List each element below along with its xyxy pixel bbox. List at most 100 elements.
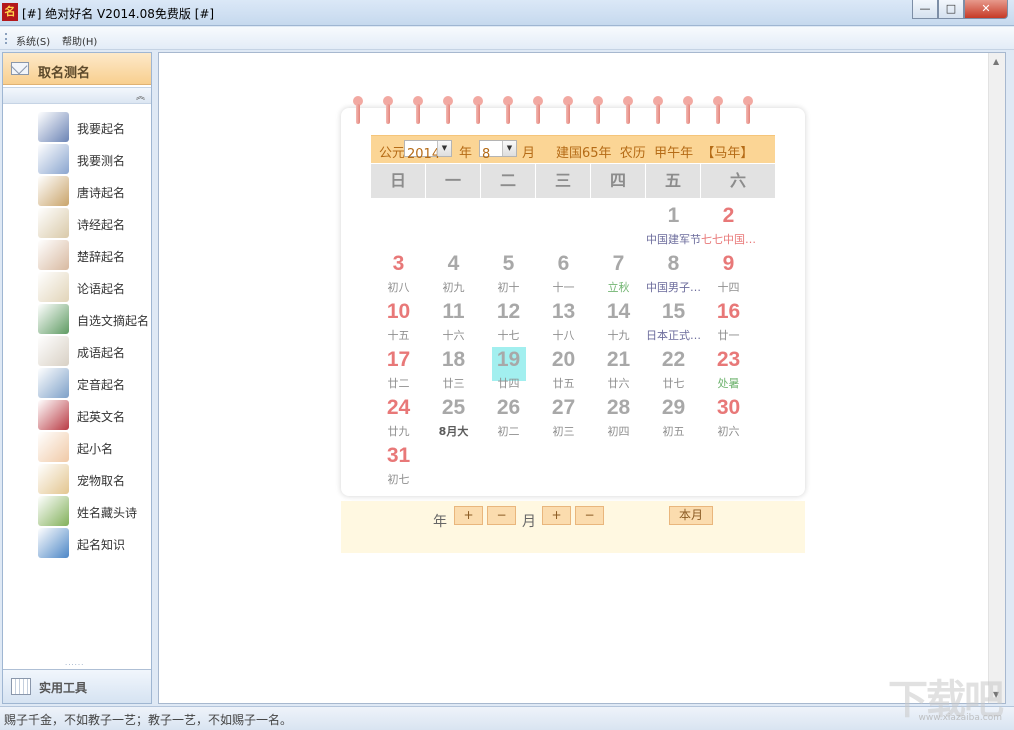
day-cell[interactable]: 18 <box>429 348 479 372</box>
app-logo-icon: 名 <box>2 3 18 21</box>
day-cell[interactable]: 5 <box>484 252 534 276</box>
sidebar-item[interactable]: 楚辞起名 <box>37 240 153 270</box>
collapse-up-icon[interactable]: ︽ <box>136 89 145 102</box>
day-cell[interactable]: 9 <box>704 252 754 276</box>
month-select[interactable]: 8 ▼ <box>479 140 517 162</box>
day-lunar-label: 初六 <box>717 425 740 438</box>
day-lunar-label: 十四 <box>717 281 740 294</box>
day-cell[interactable]: 22 <box>649 348 699 372</box>
sidebar-item[interactable]: 起小名 <box>37 432 153 462</box>
sidebar-header-naming[interactable]: 取名测名 <box>3 53 151 85</box>
binder-ring-icon <box>473 96 483 126</box>
day-cell[interactable]: 8 <box>649 252 699 276</box>
menu-system[interactable]: 系统(S) <box>16 33 50 48</box>
idiom-scroll-icon <box>38 336 69 366</box>
sidebar-item[interactable]: 宠物取名 <box>37 464 153 494</box>
sidebar-item[interactable]: 论语起名 <box>37 272 153 302</box>
lunar-year-info: 建国65年 农历 甲午年 【马年】 <box>556 146 754 161</box>
weekday-header: 五 <box>646 164 700 198</box>
sidebar-footer-tools[interactable]: ······ 实用工具 <box>3 661 151 703</box>
vertical-scrollbar[interactable]: ▲ ▼ <box>988 53 1005 703</box>
day-cell[interactable]: 29 <box>649 396 699 420</box>
sidebar-item[interactable]: 起英文名 <box>37 400 153 430</box>
day-cell[interactable]: 3 <box>374 252 424 276</box>
day-cell[interactable]: 21 <box>594 348 644 372</box>
baby-icon <box>38 432 69 462</box>
sidebar-item[interactable]: 起名知识 <box>37 528 153 558</box>
books-icon <box>38 304 69 334</box>
day-cell[interactable]: 17 <box>374 348 424 372</box>
sidebar-item-label: 成语起名 <box>77 346 126 360</box>
person-icon <box>38 112 69 142</box>
month-minus-button[interactable]: − <box>575 506 604 525</box>
day-cell[interactable]: 27 <box>539 396 589 420</box>
month-plus-button[interactable]: + <box>542 506 571 525</box>
title-bar: 名 [#] 绝对好名 V2014.08免费版 [#] — □ ✕ <box>0 0 1014 26</box>
year-select[interactable]: 2014 ▼ <box>404 140 452 162</box>
day-cell[interactable]: 13 <box>539 300 589 324</box>
day-cell[interactable]: 11 <box>429 300 479 324</box>
menu-help[interactable]: 帮助(H) <box>62 33 97 48</box>
minimize-button[interactable]: — <box>912 0 938 19</box>
year-label: 年 <box>459 146 473 161</box>
binder-ring-icon <box>593 96 603 126</box>
day-cell[interactable]: 6 <box>539 252 589 276</box>
year-select-value: 2014 <box>407 147 441 162</box>
day-cell[interactable]: 19 <box>484 348 534 372</box>
day-cell[interactable]: 4 <box>429 252 479 276</box>
weekday-header: 六 <box>701 164 775 198</box>
chevron-down-icon[interactable]: ▼ <box>502 141 516 156</box>
day-cell[interactable]: 26 <box>484 396 534 420</box>
sidebar-item[interactable]: 姓名藏头诗 <box>37 496 153 526</box>
weekday-header: 二 <box>481 164 535 198</box>
sidebar-item[interactable]: 自选文摘起名 <box>37 304 153 334</box>
day-cell[interactable]: 14 <box>594 300 644 324</box>
day-lunar-label: 初七 <box>387 473 410 486</box>
calendar-rings <box>353 96 793 126</box>
sidebar-item[interactable]: 唐诗起名 <box>37 176 153 206</box>
day-cell[interactable]: 15 <box>649 300 699 324</box>
day-cell[interactable]: 23 <box>704 348 754 372</box>
splitter-grip[interactable]: ······ <box>65 661 84 669</box>
sidebar-item[interactable]: 我要测名 <box>37 144 153 174</box>
binder-ring-icon <box>563 96 573 126</box>
year-minus-button[interactable]: − <box>487 506 516 525</box>
sidebar-item[interactable]: 诗经起名 <box>37 208 153 238</box>
current-month-button[interactable]: 本月 <box>669 506 713 525</box>
window-title: [#] 绝对好名 V2014.08免费版 [#] <box>22 7 215 21</box>
day-cell[interactable]: 12 <box>484 300 534 324</box>
close-button[interactable]: ✕ <box>964 0 1008 19</box>
binder-ring-icon <box>503 96 513 126</box>
sidebar-collapse-bar[interactable]: ︽ <box>3 87 151 104</box>
day-cell[interactable]: 28 <box>594 396 644 420</box>
day-cell[interactable]: 2 <box>704 204 754 228</box>
sidebar-item[interactable]: 成语起名 <box>37 336 153 366</box>
day-cell[interactable]: 25 <box>429 396 479 420</box>
binder-ring-icon <box>623 96 633 126</box>
year-plus-button[interactable]: + <box>454 506 483 525</box>
day-cell[interactable]: 30 <box>704 396 754 420</box>
calendar: 公元 2014 ▼ 年 8 ▼ 月 建国65年 农历 甲午年 【马年】 日一二三… <box>341 96 805 496</box>
day-cell[interactable]: 10 <box>374 300 424 324</box>
weekday-header: 一 <box>426 164 480 198</box>
magnifier-icon <box>38 144 69 174</box>
chevron-down-icon[interactable]: ▼ <box>437 141 451 156</box>
day-cell[interactable]: 24 <box>374 396 424 420</box>
sidebar-item-label: 姓名藏头诗 <box>77 506 138 520</box>
day-cell[interactable]: 31 <box>374 444 424 468</box>
watermark-url: www.xiazaiba.com <box>918 713 1002 723</box>
menu-bar: 系统(S) 帮助(H) <box>0 27 1014 50</box>
weekday-header: 四 <box>591 164 645 198</box>
scroll-up-icon[interactable]: ▲ <box>993 57 999 66</box>
day-cell[interactable]: 1 <box>649 204 699 228</box>
calendar-header: 公元 2014 ▼ 年 8 ▼ 月 建国65年 农历 甲午年 【马年】 <box>371 135 775 163</box>
globe-icon <box>38 528 69 558</box>
day-cell[interactable]: 16 <box>704 300 754 324</box>
sidebar-item[interactable]: 我要起名 <box>37 112 153 142</box>
day-cell[interactable]: 20 <box>539 348 589 372</box>
speaker-icon <box>38 368 69 398</box>
day-cell[interactable]: 7 <box>594 252 644 276</box>
maximize-button[interactable]: □ <box>938 0 964 19</box>
day-lunar-label: 处暑 <box>717 377 740 390</box>
sidebar-item[interactable]: 定音起名 <box>37 368 153 398</box>
